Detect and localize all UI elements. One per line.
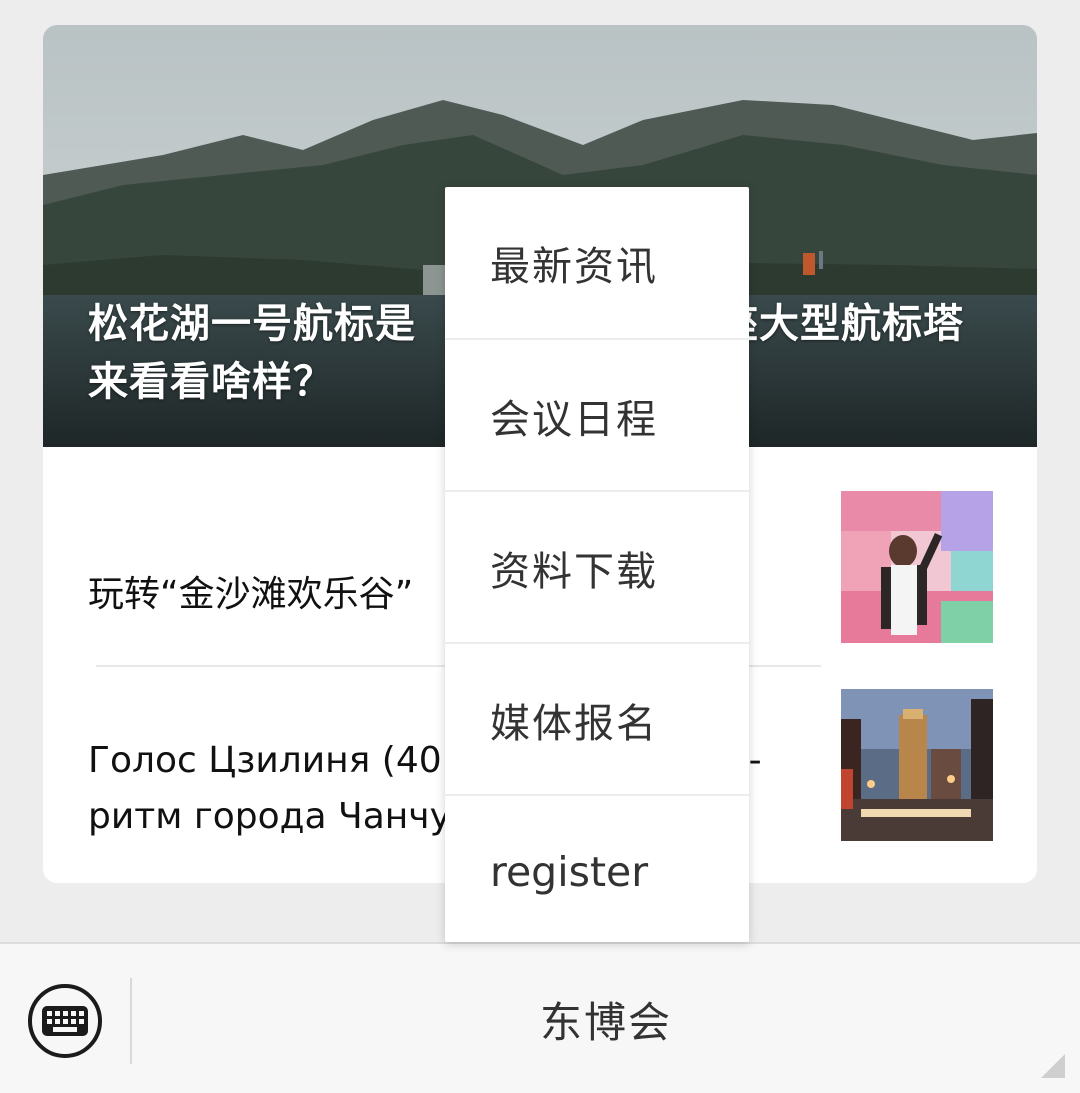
menu-item-downloads[interactable]: 资料下载 <box>445 492 749 643</box>
menu-item-media-registration[interactable]: 媒体报名 <box>445 644 749 795</box>
menu-item-latest-news[interactable]: 最新资讯 <box>445 187 749 338</box>
popup-menu: 最新资讯 会议日程 资料下载 媒体报名 register <box>445 187 749 942</box>
thumbnail-image <box>841 689 993 841</box>
corner-triangle-icon <box>1041 1054 1065 1078</box>
list-item-title-line1-end: - <box>748 740 762 781</box>
list-item-title-line2: ритм города Чанчу <box>88 796 451 837</box>
keyboard-icon <box>42 1006 88 1036</box>
thumbnail-image <box>841 491 993 643</box>
hero-title-line1: 松花湖一号航标是 <box>88 301 416 347</box>
keyboard-toggle-button[interactable] <box>28 984 102 1058</box>
bottom-menu-bar: 东博会 <box>0 942 1080 1093</box>
list-item-title-line1: Голос Цзилиня (40 <box>88 740 442 781</box>
chat-screen: 松花湖一号航标是 座大型航标塔 来看看啥样？ 玩转“金沙滩欢乐谷” Голос … <box>0 0 1080 1093</box>
hero-title-line2: 来看看啥样？ <box>88 359 334 405</box>
bottom-menu-button[interactable]: 东博会 <box>132 944 1080 1093</box>
menu-item-register[interactable]: register <box>445 796 749 947</box>
hero-title-line1-end: 座大型航标塔 <box>718 301 964 347</box>
menu-item-schedule[interactable]: 会议日程 <box>445 340 749 491</box>
